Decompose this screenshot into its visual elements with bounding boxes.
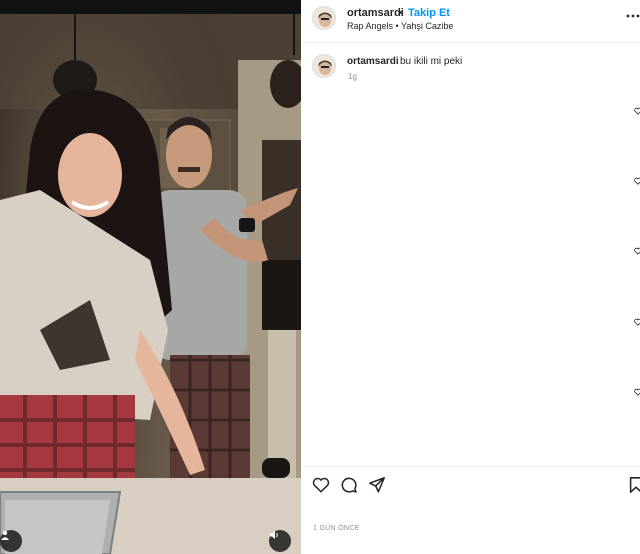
post-header: ortamsardi • Takip Et Rap Angels • Yahşi… <box>301 0 640 43</box>
separator-dot: • <box>398 7 402 19</box>
audio-toggle-button[interactable] <box>269 530 291 552</box>
audio-info[interactable]: Rap Angels • Yahşi Cazibe <box>347 21 453 31</box>
comment-heart-icon[interactable] <box>634 318 640 326</box>
avatar-image <box>313 55 335 77</box>
avatar-image <box>313 7 335 29</box>
more-horizontal-icon[interactable] <box>626 13 640 19</box>
caption-avatar[interactable] <box>312 54 336 78</box>
speaker-icon <box>270 531 278 539</box>
comment-icon[interactable] <box>340 476 358 494</box>
caption-username[interactable]: ortamsardi <box>347 56 399 67</box>
caption-age: 1g <box>348 72 357 81</box>
paper-plane-icon[interactable] <box>368 476 386 494</box>
user-icon <box>1 530 9 540</box>
bookmark-icon[interactable] <box>627 476 640 494</box>
comment-heart-icon[interactable] <box>634 388 640 396</box>
action-bar: 1 GÜN ÖNCE <box>301 466 640 554</box>
comment-heart-icon[interactable] <box>634 107 640 115</box>
avatar[interactable] <box>312 6 336 30</box>
follow-button[interactable]: Takip Et <box>408 7 450 19</box>
comment-heart-icon[interactable] <box>634 247 640 255</box>
tagged-users-button[interactable] <box>0 530 22 552</box>
post-video[interactable] <box>0 0 301 554</box>
heart-icon[interactable] <box>312 476 330 494</box>
post-username[interactable]: ortamsardi <box>347 7 404 19</box>
video-frame <box>0 0 301 554</box>
comment-heart-icon[interactable] <box>634 177 640 185</box>
post-details-panel: ortamsardi • Takip Et Rap Angels • Yahşi… <box>301 0 640 554</box>
post-timestamp[interactable]: 1 GÜN ÖNCE <box>313 525 360 532</box>
caption-text: bu ikili mi peki <box>400 56 463 67</box>
